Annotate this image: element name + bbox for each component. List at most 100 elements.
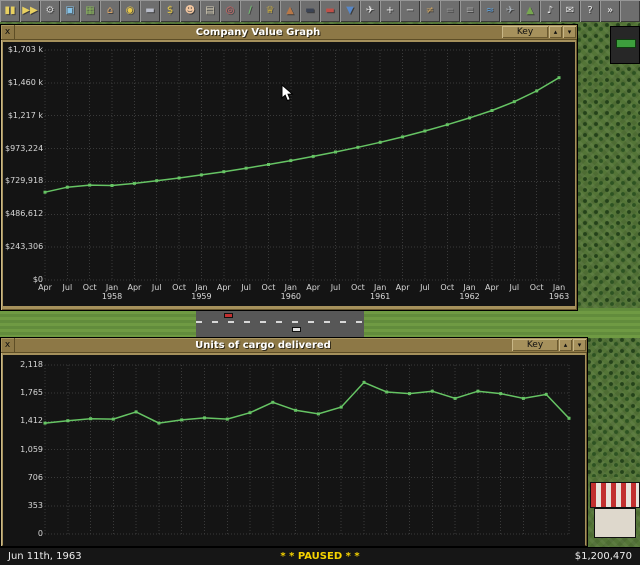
toolbar-story-book-button[interactable]: ▤ <box>200 0 220 22</box>
toolbar-league-button[interactable]: ♕ <box>260 0 280 22</box>
cargo-delivered-chart: 2,118 1,765 1,412 1,059 706 353 0 <box>3 355 585 546</box>
industry-sprite <box>590 482 640 544</box>
x-axis-tick-label: Oct <box>529 283 544 292</box>
toolbar-trains-button[interactable]: ▬ <box>300 0 320 22</box>
close-button[interactable]: x <box>1 338 15 352</box>
toolbar-company-button[interactable]: ☻ <box>180 0 200 22</box>
toolbar-finances-button[interactable]: $ <box>160 0 180 22</box>
x-axis-tick-label: Jul <box>420 283 430 292</box>
train-sprite-icon <box>616 39 636 48</box>
data-point-marker <box>535 89 539 93</box>
x-axis-year-label: 1963 <box>548 292 570 301</box>
data-point-marker <box>177 176 181 180</box>
pin-button[interactable]: ▾ <box>563 26 576 38</box>
industry-roof <box>590 482 640 508</box>
x-axis-tick-label: Oct <box>261 283 276 292</box>
x-axis-tick-label: Apr <box>485 283 499 292</box>
y-axis-tick-label: 2,118 <box>20 360 43 369</box>
toolbar-industries-button[interactable]: ▲ <box>280 0 300 22</box>
data-point-marker <box>423 129 427 133</box>
toolbar-fast-forward-button[interactable]: ▶▶ <box>20 0 40 22</box>
toolbar-goals-button[interactable]: ◎ <box>220 0 240 22</box>
toolbar-ships-button[interactable]: ▼ <box>340 0 360 22</box>
data-point-marker <box>430 389 434 393</box>
toolbar-build-airport-button[interactable]: ✈ <box>500 0 520 22</box>
toolbar-zoom-out-button[interactable]: − <box>400 0 420 22</box>
window-title[interactable]: Company Value Graph <box>15 25 501 39</box>
status-bar: Jun 11th, 1963 * * PAUSED * * $1,200,470 <box>0 547 640 565</box>
vehicle-sprite <box>292 327 301 332</box>
close-button[interactable]: x <box>1 25 15 39</box>
toolbar-aircraft-button[interactable]: ✈ <box>360 0 380 22</box>
toolbar-options-button[interactable]: ⚙ <box>40 0 60 22</box>
toolbar-build-tram-button[interactable]: ≡ <box>460 0 480 22</box>
y-axis-tick-label: $1,460 k <box>7 77 43 87</box>
x-axis-tick-label: Oct <box>172 283 186 292</box>
toolbar-switch-toolbar-button[interactable]: » <box>600 0 620 22</box>
x-axis-tick-label: Jul <box>509 283 520 292</box>
toolbar-save-button[interactable]: ▣ <box>60 0 80 22</box>
key-button[interactable]: Key <box>512 339 558 351</box>
key-button[interactable]: Key <box>502 26 548 38</box>
series-line <box>44 381 570 424</box>
window-titlebar[interactable]: x Units of cargo delivered Key ▴ ▾ <box>1 338 587 353</box>
x-axis-tick-label: Apr <box>395 283 410 292</box>
data-point-marker <box>43 190 47 194</box>
stations-icon: ▬ <box>145 5 155 16</box>
y-axis-tick-label: 353 <box>27 500 43 510</box>
data-point-marker <box>521 396 525 400</box>
company-icon: ☻ <box>184 5 196 16</box>
toolbar-build-rail-button[interactable]: ≠ <box>420 0 440 22</box>
pin-button[interactable]: ▾ <box>573 339 586 351</box>
shade-button[interactable]: ▴ <box>549 26 562 38</box>
data-point-marker <box>244 166 248 170</box>
x-axis-tick-label: Jan <box>552 283 566 292</box>
toolbar-road-vehicles-button[interactable]: ▬ <box>320 0 340 22</box>
toolbar-subsidies-button[interactable]: ◉ <box>120 0 140 22</box>
toolbar-news-button[interactable]: ✉ <box>560 0 580 22</box>
data-point-marker <box>222 170 226 174</box>
toolbar-stations-button[interactable]: ▬ <box>140 0 160 22</box>
background-window-fragment[interactable] <box>610 26 640 64</box>
data-point-marker <box>445 123 449 127</box>
data-point-marker <box>453 396 457 400</box>
finances-icon: $ <box>166 5 174 16</box>
toolbar-help-button[interactable]: ? <box>580 0 600 22</box>
window-titlebar[interactable]: x Company Value Graph Key ▴ ▾ <box>1 25 577 40</box>
data-point-marker <box>155 179 159 183</box>
data-point-marker <box>476 389 480 393</box>
window-title[interactable]: Units of cargo delivered <box>15 338 511 352</box>
company-money[interactable]: $1,200,470 <box>575 551 632 562</box>
data-point-marker <box>267 163 270 166</box>
build-airport-icon: ✈ <box>505 5 515 16</box>
x-axis-year-label: 1959 <box>191 292 212 301</box>
build-water-icon: ≈ <box>485 5 495 16</box>
toolbar-build-water-button[interactable]: ≈ <box>480 0 500 22</box>
data-point-marker <box>157 421 161 425</box>
build-tram-icon: ≡ <box>465 5 475 16</box>
data-point-marker <box>180 418 184 422</box>
data-point-marker <box>294 408 298 412</box>
data-point-marker <box>89 417 93 421</box>
shade-button[interactable]: ▴ <box>559 339 572 351</box>
league-icon: ♕ <box>265 5 275 16</box>
toolbar-pause-button[interactable]: ▮▮ <box>0 0 20 22</box>
toolbar-music-button[interactable]: ♪ <box>540 0 560 22</box>
toolbar-build-road-button[interactable]: = <box>440 0 460 22</box>
towns-icon: ⌂ <box>106 5 114 16</box>
data-point-marker <box>311 154 315 158</box>
chart-canvas <box>43 49 561 281</box>
company-value-graph-window: x Company Value Graph Key ▴ ▾ $1,703 k $1… <box>0 24 578 311</box>
data-point-marker <box>110 184 114 187</box>
toolbar-landscaping-button[interactable]: ▲ <box>520 0 540 22</box>
toolbar-minimap-button[interactable]: ▦ <box>80 0 100 22</box>
toolbar-zoom-in-button[interactable]: + <box>380 0 400 22</box>
toolbar-graphs-button[interactable]: ∕ <box>240 0 260 22</box>
toolbar-towns-button[interactable]: ⌂ <box>100 0 120 22</box>
fast-forward-icon: ▶▶ <box>22 5 38 16</box>
x-axis-year-label: 1958 <box>101 292 123 301</box>
x-axis-tick-label: Jul <box>241 283 251 292</box>
x-axis-tick-label: Jan <box>195 283 208 292</box>
data-point-marker <box>401 135 405 139</box>
data-point-marker <box>490 109 494 112</box>
